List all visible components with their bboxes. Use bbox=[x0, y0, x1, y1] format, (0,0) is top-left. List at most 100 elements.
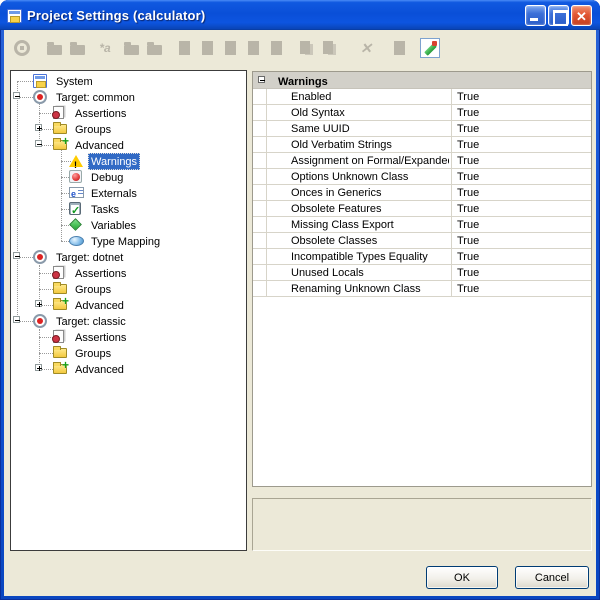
property-name[interactable]: Old Verbatim Strings bbox=[291, 137, 449, 153]
property-value[interactable]: True bbox=[457, 233, 479, 249]
tree-item[interactable]: Assertions bbox=[11, 105, 246, 121]
property-row[interactable]: Obsolete Features True bbox=[253, 201, 591, 217]
maximize-icon[interactable] bbox=[548, 5, 569, 26]
tree-item[interactable]: Warnings bbox=[11, 153, 246, 169]
property-row[interactable]: Incompatible Types Equality True bbox=[253, 249, 591, 265]
tree-item-label[interactable]: Warnings bbox=[88, 153, 140, 170]
folder-icon[interactable] bbox=[145, 38, 165, 58]
property-row[interactable]: Obsolete Classes True bbox=[253, 233, 591, 249]
property-grid[interactable]: Warnings Enabled True Old Syntax True bbox=[252, 71, 592, 487]
property-name[interactable]: Old Syntax bbox=[291, 105, 449, 121]
tree-item-label[interactable]: Assertions bbox=[72, 105, 129, 122]
property-value[interactable]: True bbox=[457, 105, 479, 121]
property-row[interactable]: Enabled True bbox=[253, 89, 591, 105]
tree-item-label[interactable]: Advanced bbox=[72, 297, 127, 314]
tree-item[interactable]: Type Mapping bbox=[11, 233, 246, 249]
document-icon[interactable] bbox=[244, 38, 264, 58]
property-name[interactable]: Obsolete Classes bbox=[291, 233, 449, 249]
property-value[interactable]: True bbox=[457, 169, 479, 185]
property-value[interactable]: True bbox=[457, 249, 479, 265]
property-row[interactable]: Renaming Unknown Class True bbox=[253, 281, 591, 297]
titlebar[interactable]: Project Settings (calculator) bbox=[0, 0, 600, 30]
documents-icon[interactable] bbox=[297, 38, 317, 58]
tree-expander-icon[interactable] bbox=[35, 124, 42, 131]
ok-button[interactable]: OK bbox=[426, 566, 498, 589]
property-value[interactable]: True bbox=[457, 217, 479, 233]
property-row[interactable]: Assignment on Formal/Expanded True bbox=[253, 153, 591, 169]
tree-expander-icon[interactable] bbox=[35, 364, 42, 371]
document-icon[interactable] bbox=[390, 38, 410, 58]
settings-tree-panel[interactable]: System Target: common Assertions bbox=[10, 70, 247, 551]
document-icon[interactable] bbox=[267, 38, 287, 58]
document-icon[interactable] bbox=[221, 38, 241, 58]
tree-item-label[interactable]: Groups bbox=[72, 121, 114, 138]
tree-item-label[interactable]: Assertions bbox=[72, 265, 129, 282]
rename-icon[interactable] bbox=[95, 38, 115, 58]
folder-icon[interactable] bbox=[45, 38, 65, 58]
property-value[interactable]: True bbox=[457, 153, 479, 169]
tree-item[interactable]: Groups bbox=[11, 281, 246, 297]
property-row[interactable]: Same UUID True bbox=[253, 121, 591, 137]
property-name[interactable]: Onces in Generics bbox=[291, 185, 449, 201]
tree-expander-icon[interactable] bbox=[13, 92, 20, 99]
tree-item-label[interactable]: Target: classic bbox=[53, 313, 129, 330]
property-value[interactable]: True bbox=[457, 281, 479, 297]
tree-item[interactable]: Variables bbox=[11, 217, 246, 233]
tree-expander-icon[interactable] bbox=[35, 140, 42, 147]
tree-item-label[interactable]: Assertions bbox=[72, 329, 129, 346]
tree-item[interactable]: Debug bbox=[11, 169, 246, 185]
tree-item[interactable]: Target: dotnet bbox=[11, 249, 246, 265]
tree-item[interactable]: Groups bbox=[11, 345, 246, 361]
property-name[interactable]: Enabled bbox=[291, 89, 449, 105]
property-row[interactable]: Options Unknown Class True bbox=[253, 169, 591, 185]
tree-item-label[interactable]: Tasks bbox=[88, 201, 122, 218]
tree-item[interactable]: System bbox=[11, 73, 246, 89]
property-name[interactable]: Options Unknown Class bbox=[291, 169, 449, 185]
tree-item-label[interactable]: Variables bbox=[88, 217, 139, 234]
tree-item[interactable]: Externals bbox=[11, 185, 246, 201]
tree-expander-icon[interactable] bbox=[13, 252, 20, 259]
property-name[interactable]: Missing Class Export bbox=[291, 217, 449, 233]
property-row[interactable]: Old Verbatim Strings True bbox=[253, 137, 591, 153]
property-value[interactable]: True bbox=[457, 89, 479, 105]
tree-item-label[interactable]: Debug bbox=[88, 169, 126, 186]
property-name[interactable]: Incompatible Types Equality bbox=[291, 249, 449, 265]
property-name[interactable]: Same UUID bbox=[291, 121, 449, 137]
delete-icon[interactable] bbox=[356, 38, 376, 58]
tree-item-label[interactable]: Advanced bbox=[72, 361, 127, 378]
tree-item-label[interactable]: Groups bbox=[72, 345, 114, 362]
tree-item[interactable]: Advanced bbox=[11, 361, 246, 377]
property-value[interactable]: True bbox=[457, 137, 479, 153]
tree-item[interactable]: Target: common bbox=[11, 89, 246, 105]
tree-item-label[interactable]: Externals bbox=[88, 185, 140, 202]
tree-item-label[interactable]: System bbox=[53, 73, 96, 90]
tree-expander-icon[interactable] bbox=[13, 316, 20, 323]
cancel-button[interactable]: Cancel bbox=[515, 566, 589, 589]
property-name[interactable]: Assignment on Formal/Expanded bbox=[291, 153, 449, 169]
property-name[interactable]: Renaming Unknown Class bbox=[291, 281, 449, 297]
property-name[interactable]: Unused Locals bbox=[291, 265, 449, 281]
property-name[interactable]: Obsolete Features bbox=[291, 201, 449, 217]
document-icon[interactable] bbox=[175, 38, 195, 58]
property-row[interactable]: Missing Class Export True bbox=[253, 217, 591, 233]
tree-item-label[interactable]: Target: common bbox=[53, 89, 138, 106]
property-value[interactable]: True bbox=[457, 121, 479, 137]
property-row[interactable]: Onces in Generics True bbox=[253, 185, 591, 201]
tree-item[interactable]: Assertions bbox=[11, 265, 246, 281]
tree-item[interactable]: Advanced bbox=[11, 297, 246, 313]
close-icon[interactable] bbox=[571, 5, 592, 26]
documents-icon[interactable] bbox=[320, 38, 340, 58]
property-row[interactable]: Old Syntax True bbox=[253, 105, 591, 121]
tree-item-label[interactable]: Groups bbox=[72, 281, 114, 298]
folder-icon[interactable] bbox=[122, 38, 142, 58]
property-row[interactable]: Unused Locals True bbox=[253, 265, 591, 281]
property-category-row[interactable]: Warnings bbox=[253, 72, 591, 89]
tree-item[interactable]: Assertions bbox=[11, 329, 246, 345]
tree-item-label[interactable]: Target: dotnet bbox=[53, 249, 126, 266]
tree-item[interactable]: Groups bbox=[11, 121, 246, 137]
document-icon[interactable] bbox=[198, 38, 218, 58]
stop-icon[interactable] bbox=[12, 38, 32, 58]
minimize-icon[interactable] bbox=[525, 5, 546, 26]
tree-item[interactable]: Advanced bbox=[11, 137, 246, 153]
tree-item-label[interactable]: Type Mapping bbox=[88, 233, 163, 250]
